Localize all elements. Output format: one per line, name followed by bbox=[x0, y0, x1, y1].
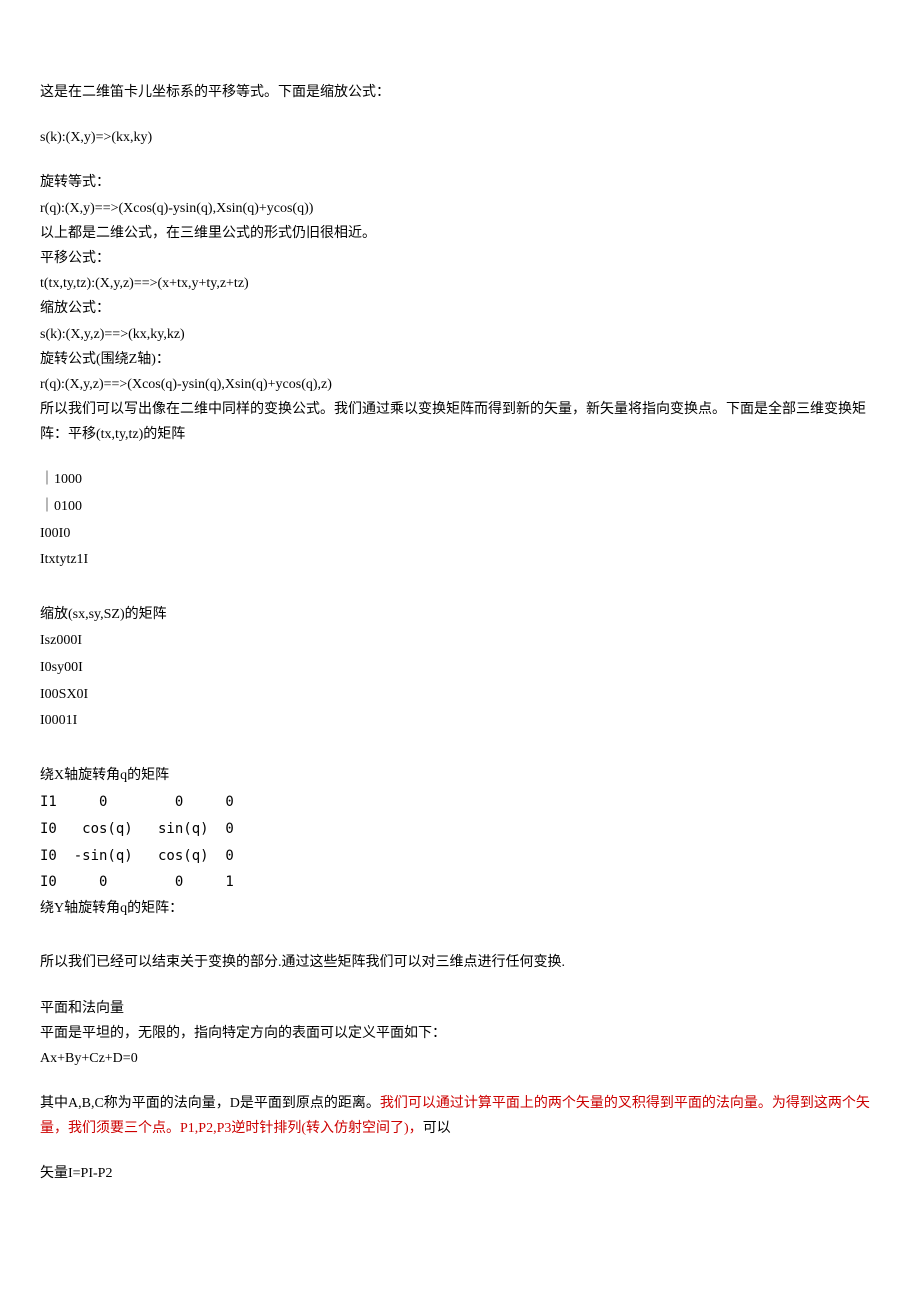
formula-rotation-2d: r(q):(X,y)==>(Xcos(q)-ysin(q),Xsin(q)+yc… bbox=[40, 196, 880, 221]
matrix-row: Isz000I bbox=[40, 628, 880, 655]
text-3d-note: 以上都是二维公式，在三维里公式的形式仍旧很相近。 bbox=[40, 221, 880, 246]
text-keyi: 可以 bbox=[423, 1121, 451, 1136]
formula-scale-3d: s(k):(X,y,z)==>(kx,ky,kz) bbox=[40, 322, 880, 347]
text-normal-vector-explanation: 其中A,B,C称为平面的法向量，D是平面到原点的距离。我们可以通过计算平面上的两… bbox=[40, 1091, 880, 1141]
formula-scale-2d: s(k):(X,y)=>(kx,ky) bbox=[40, 125, 880, 150]
matrix-row: ｜0100 bbox=[40, 494, 880, 521]
matrix-rotate-x-block: 绕X轴旋转角q的矩阵 I1 0 0 0 I0 cos(q) sin(q) 0 I… bbox=[40, 763, 880, 923]
label-scale-matrix: 缩放(sx,sy,SZ)的矩阵 bbox=[40, 602, 880, 629]
matrix-row: I00SX0I bbox=[40, 682, 880, 709]
label-rotate-z: 旋转公式(围绕Z轴)： bbox=[40, 347, 880, 372]
matrix-row: I0001I bbox=[40, 708, 880, 735]
matrix-translate: ｜1000 ｜0100 I00I0 Itxtytz1I bbox=[40, 467, 880, 573]
formula-rotate-z: r(q):(X,y,z)==>(Xcos(q)-ysin(q),Xsin(q)+… bbox=[40, 372, 880, 397]
paragraph-intro: 这是在二维笛卡儿坐标系的平移等式。下面是缩放公式： bbox=[40, 80, 880, 105]
matrix-row: ｜1000 bbox=[40, 467, 880, 494]
matrix-row: I1 0 0 0 bbox=[40, 789, 880, 816]
label-rotation: 旋转等式： bbox=[40, 170, 880, 195]
matrix-row: I0 0 0 1 bbox=[40, 869, 880, 896]
text-abc-normal: 其中A,B,C称为平面的法向量，D是平面到原点的距离。 bbox=[40, 1096, 380, 1111]
label-scale: 缩放公式： bbox=[40, 296, 880, 321]
matrix-row: I0sy00I bbox=[40, 655, 880, 682]
label-translate: 平移公式： bbox=[40, 246, 880, 271]
matrix-row: Itxtytz1I bbox=[40, 547, 880, 574]
matrix-row: I0 -sin(q) cos(q) 0 bbox=[40, 843, 880, 870]
formula-plane-equation: Ax+By+Cz+D=0 bbox=[40, 1046, 880, 1071]
matrix-row: I00I0 bbox=[40, 521, 880, 548]
formula-translate-3d: t(tx,ty,tz):(X,y,z)==>(x+tx,y+ty,z+tz) bbox=[40, 271, 880, 296]
heading-plane-normal: 平面和法向量 bbox=[40, 996, 880, 1021]
label-rotate-x-matrix: 绕X轴旋转角q的矩阵 bbox=[40, 763, 880, 790]
text-matrix-intro: 所以我们可以写出像在二维中同样的变换公式。我们通过乘以变换矩阵而得到新的矢量，新… bbox=[40, 397, 880, 447]
label-rotate-y-matrix: 绕Y轴旋转角q的矩阵： bbox=[40, 896, 880, 923]
text-transform-conclusion: 所以我们已经可以结束关于变换的部分.通过这些矩阵我们可以对三维点进行任何变换. bbox=[40, 950, 880, 975]
text-plane-definition: 平面是平坦的，无限的，指向特定方向的表面可以定义平面如下： bbox=[40, 1021, 880, 1046]
formula-vector-i: 矢量I=PI-P2 bbox=[40, 1161, 880, 1186]
matrix-scale-block: 缩放(sx,sy,SZ)的矩阵 Isz000I I0sy00I I00SX0I … bbox=[40, 602, 880, 735]
matrix-row: I0 cos(q) sin(q) 0 bbox=[40, 816, 880, 843]
